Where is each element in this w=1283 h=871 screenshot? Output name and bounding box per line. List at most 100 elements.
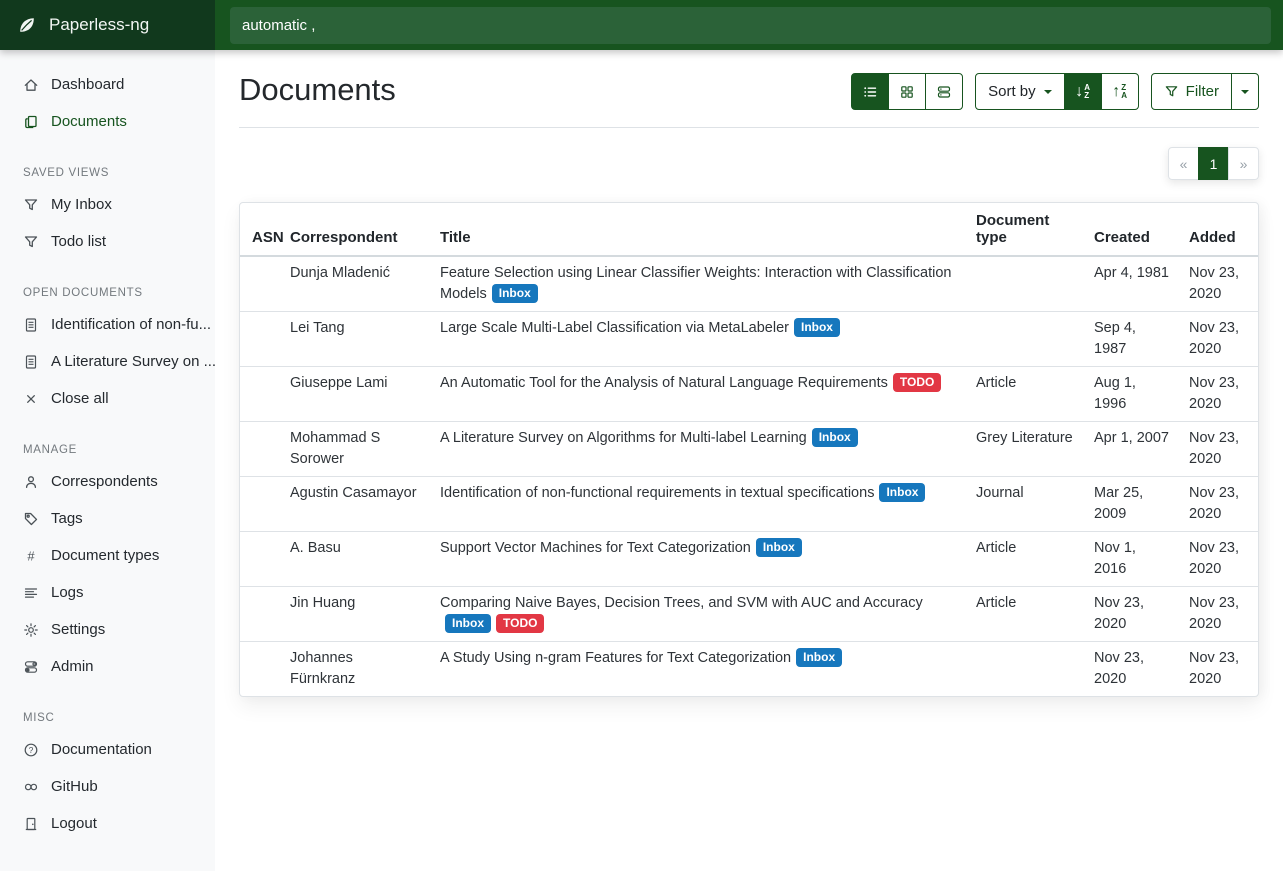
- tag-badge-inbox[interactable]: Inbox: [879, 483, 925, 502]
- sidebar-item-documentation[interactable]: ? Documentation: [0, 731, 215, 768]
- sidebar-open-doc-1[interactable]: Identification of non-fu...: [0, 306, 215, 343]
- section-misc: MISC: [0, 712, 215, 724]
- cell-correspondent: A. Basu: [280, 532, 430, 587]
- list-lines-icon: [23, 585, 39, 601]
- correspondent-link[interactable]: Jin Huang: [290, 595, 355, 611]
- sidebar-item-dashboard[interactable]: Dashboard: [0, 66, 215, 103]
- detail-view-button[interactable]: [925, 73, 963, 110]
- filter-button[interactable]: Filter: [1151, 73, 1232, 110]
- document-row: Jin Huang Comparing Naive Bayes, Decisio…: [240, 587, 1258, 642]
- sidebar-item-document-types[interactable]: # Document types: [0, 537, 215, 574]
- toggles-icon: [23, 659, 39, 675]
- tag-badge-inbox[interactable]: Inbox: [796, 648, 842, 667]
- document-title-link[interactable]: Comparing Naive Bayes, Decision Trees, a…: [440, 595, 923, 611]
- tag-badge-inbox[interactable]: Inbox: [794, 318, 840, 337]
- document-title-link[interactable]: Support Vector Machines for Text Categor…: [440, 540, 751, 556]
- toolbar: Sort by ↓AZ ↑ZA: [851, 73, 1259, 110]
- header-correspondent[interactable]: Correspondent: [280, 203, 430, 256]
- cell-created: Apr 1, 2007: [1084, 422, 1179, 477]
- cell-correspondent: Mohammad S Sorower: [280, 422, 430, 477]
- tag-badge-todo[interactable]: TODO: [893, 373, 941, 392]
- tag-badge-inbox[interactable]: Inbox: [756, 538, 802, 557]
- cell-document-type: Article: [966, 367, 1084, 422]
- cell-asn: [240, 256, 280, 312]
- pagination: « 1 »: [1168, 147, 1259, 180]
- document-title-link[interactable]: A Literature Survey on Algorithms for Mu…: [440, 430, 807, 446]
- sidebar-item-todo-list[interactable]: Todo list: [0, 223, 215, 260]
- document-row: Lei Tang Large Scale Multi-Label Classif…: [240, 312, 1258, 367]
- sidebar-item-label: My Inbox: [51, 196, 112, 213]
- sidebar-item-documents[interactable]: Documents: [0, 103, 215, 140]
- document-title-link[interactable]: Identification of non-functional require…: [440, 485, 874, 501]
- file-text-icon: [23, 317, 39, 333]
- sidebar-item-settings[interactable]: Settings: [0, 611, 215, 648]
- grid-view-button[interactable]: [888, 73, 926, 110]
- correspondent-link[interactable]: Johannes Fürnkranz: [290, 650, 355, 687]
- header-title[interactable]: Title: [430, 203, 966, 256]
- sidebar-open-doc-2[interactable]: A Literature Survey on ...: [0, 343, 215, 380]
- document-row: A. Basu Support Vector Machines for Text…: [240, 532, 1258, 587]
- sort-descending-button[interactable]: ↓AZ: [1064, 73, 1102, 110]
- file-text-icon: [23, 354, 39, 370]
- cell-document-type: Article: [966, 587, 1084, 642]
- document-row: Dunja Mladenić Feature Selection using L…: [240, 256, 1258, 312]
- correspondent-link[interactable]: Agustin Casamayor: [290, 485, 417, 501]
- tag-badge-inbox[interactable]: Inbox: [812, 428, 858, 447]
- caret-down-icon: [1044, 90, 1052, 98]
- cell-correspondent: Giuseppe Lami: [280, 367, 430, 422]
- sort-by-button[interactable]: Sort by: [975, 73, 1065, 110]
- door-icon: [23, 816, 39, 832]
- tag-badge-inbox[interactable]: Inbox: [445, 614, 491, 633]
- cell-created: Nov 23, 2020: [1084, 642, 1179, 697]
- cell-document-type: Article: [966, 532, 1084, 587]
- pagination-page-1[interactable]: 1: [1198, 147, 1229, 180]
- cell-added: Nov 23, 2020: [1179, 587, 1258, 642]
- document-title-link[interactable]: Large Scale Multi-Label Classification v…: [440, 320, 789, 336]
- sidebar-item-github[interactable]: GitHub: [0, 768, 215, 805]
- list-view-button[interactable]: [851, 73, 889, 110]
- sidebar-item-admin[interactable]: Admin: [0, 648, 215, 685]
- correspondent-link[interactable]: Giuseppe Lami: [290, 375, 388, 391]
- documents-table-card: ASN Correspondent Title Document type Cr…: [239, 202, 1259, 697]
- header-asn[interactable]: ASN: [240, 203, 280, 256]
- sidebar-item-my-inbox[interactable]: My Inbox: [0, 186, 215, 223]
- cell-added: Nov 23, 2020: [1179, 312, 1258, 367]
- search-input[interactable]: [230, 7, 1271, 44]
- sidebar-item-tags[interactable]: Tags: [0, 500, 215, 537]
- cell-created: Apr 4, 1981: [1084, 256, 1179, 312]
- app-brand[interactable]: Paperless-ng: [0, 0, 215, 50]
- tag-badge-todo[interactable]: TODO: [496, 614, 544, 633]
- main-content: Documents: [215, 0, 1283, 697]
- correspondent-link[interactable]: Mohammad S Sorower: [290, 430, 380, 467]
- tag-badge-inbox[interactable]: Inbox: [492, 284, 538, 303]
- correspondent-link[interactable]: Dunja Mladenić: [290, 265, 390, 281]
- pagination-next-button[interactable]: »: [1228, 147, 1259, 180]
- cell-asn: [240, 422, 280, 477]
- header-created[interactable]: Created: [1084, 203, 1179, 256]
- sort-ascending-button[interactable]: ↑ZA: [1101, 73, 1139, 110]
- cell-asn: [240, 587, 280, 642]
- cell-created: Nov 1, 2016: [1084, 532, 1179, 587]
- document-title-link[interactable]: An Automatic Tool for the Analysis of Na…: [440, 375, 888, 391]
- cell-title: A Literature Survey on Algorithms for Mu…: [430, 422, 966, 477]
- filter-dropdown-button[interactable]: [1231, 73, 1259, 110]
- sidebar-item-correspondents[interactable]: Correspondents: [0, 463, 215, 500]
- sidebar-item-logs[interactable]: Logs: [0, 574, 215, 611]
- funnel-icon: [1164, 84, 1179, 99]
- document-row: Agustin Casamayor Identification of non-…: [240, 477, 1258, 532]
- sort-group: Sort by ↓AZ ↑ZA: [975, 73, 1139, 110]
- sidebar-item-logout[interactable]: Logout: [0, 805, 215, 842]
- correspondent-link[interactable]: Lei Tang: [290, 320, 345, 336]
- document-row: Giuseppe Lami An Automatic Tool for the …: [240, 367, 1258, 422]
- pagination-prev-button[interactable]: «: [1168, 147, 1199, 180]
- sidebar-item-label: Tags: [51, 510, 83, 527]
- grid-view-icon: [899, 84, 915, 100]
- sidebar-close-all[interactable]: Close all: [0, 380, 215, 417]
- correspondent-link[interactable]: A. Basu: [290, 540, 341, 556]
- header-document-type[interactable]: Document type: [966, 203, 1084, 256]
- sidebar-item-label: Admin: [51, 658, 94, 675]
- cell-asn: [240, 367, 280, 422]
- header-added[interactable]: Added: [1179, 203, 1258, 256]
- document-title-link[interactable]: A Study Using n-gram Features for Text C…: [440, 650, 791, 666]
- svg-text:?: ?: [29, 745, 34, 755]
